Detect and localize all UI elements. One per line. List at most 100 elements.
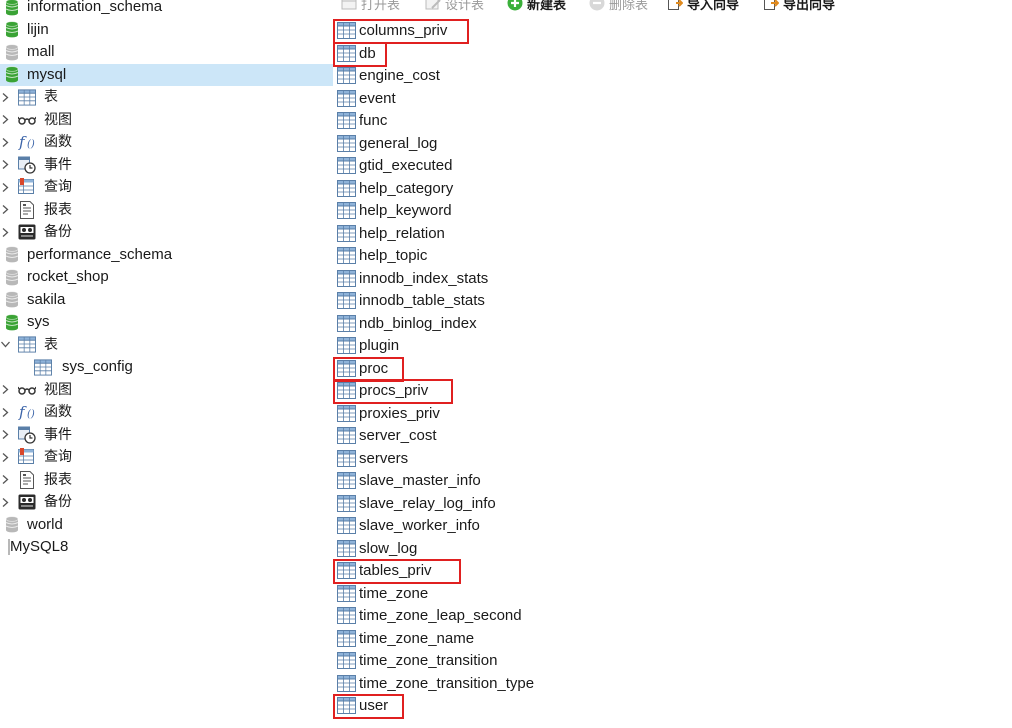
chevron-right-icon[interactable]: [0, 491, 10, 513]
view-icon: [18, 111, 36, 129]
table-row[interactable]: proxies_priv: [335, 403, 835, 425]
table-row[interactable]: time_zone_name: [335, 628, 835, 650]
chevron-right-icon[interactable]: [0, 401, 10, 423]
table-row[interactable]: slave_master_info: [335, 470, 835, 492]
tree-group-10[interactable]: 备份: [0, 221, 333, 243]
tree-group-17[interactable]: 视图: [0, 379, 333, 401]
table-name: help_keyword: [359, 202, 452, 219]
table-icon: [337, 427, 357, 445]
table-row[interactable]: slow_log: [335, 538, 835, 560]
toolbar-button-0[interactable]: 打开表: [341, 0, 400, 13]
tree-item-label: information_schema: [27, 0, 163, 15]
table-icon: [337, 404, 357, 423]
table-row[interactable]: help_category: [335, 178, 835, 200]
table-row[interactable]: event: [335, 88, 835, 110]
toolbar-button-label: 新建表: [527, 0, 567, 13]
tree-database-1[interactable]: lijin: [0, 19, 333, 41]
chevron-right-icon[interactable]: [0, 221, 10, 243]
tree-group-5[interactable]: 视图: [0, 109, 333, 131]
tree-group-7[interactable]: 事件: [0, 154, 333, 176]
toolbar-button-2[interactable]: 新建表: [507, 0, 566, 13]
toolbar-button-1[interactable]: 设计表: [425, 0, 484, 13]
tree-group-20[interactable]: 查询: [0, 446, 333, 468]
table-row[interactable]: ndb_binlog_index: [335, 313, 835, 335]
tree-database-0[interactable]: information_schema: [0, 0, 333, 18]
chevron-right-icon[interactable]: [0, 199, 10, 221]
tree-group-4[interactable]: 表: [0, 86, 333, 108]
tree-database-11[interactable]: performance_schema: [0, 244, 333, 266]
table-row[interactable]: proc: [335, 358, 835, 380]
table-row[interactable]: innodb_index_stats: [335, 268, 835, 290]
table-icon: [337, 89, 357, 108]
table-row[interactable]: servers: [335, 448, 835, 470]
toolbar-button-5[interactable]: 导出向导: [763, 0, 835, 13]
table-row[interactable]: general_log: [335, 133, 835, 155]
chevron-right-icon[interactable]: [0, 469, 10, 491]
toolbar-button-3[interactable]: 删除表: [589, 0, 648, 13]
tree-item-label: rocket_shop: [27, 268, 109, 285]
table-icon: [337, 629, 357, 648]
tree-item-label: 报表: [44, 471, 72, 488]
event-icon: [18, 426, 36, 444]
tree-connection-24[interactable]: MySQL8: [0, 536, 333, 558]
tree-database-3[interactable]: mysql: [0, 63, 333, 86]
tree-database-12[interactable]: rocket_shop: [0, 266, 333, 288]
table-row[interactable]: time_zone_transition_type: [335, 673, 835, 695]
chevron-right-icon[interactable]: [0, 446, 10, 468]
chevron-right-icon[interactable]: [0, 86, 10, 108]
tree-item-label: mall: [27, 43, 55, 60]
table-icon: [337, 337, 357, 355]
chevron-right-icon[interactable]: [0, 109, 10, 131]
tree-group-19[interactable]: 事件: [0, 424, 333, 446]
table-name: gtid_executed: [359, 157, 453, 174]
table-row[interactable]: gtid_executed: [335, 155, 835, 177]
table-name: innodb_table_stats: [359, 292, 485, 309]
tree-group-22[interactable]: 备份: [0, 491, 333, 513]
tree-database-23[interactable]: world: [0, 514, 333, 536]
tree-database-13[interactable]: sakila: [0, 289, 333, 311]
tree-group-15[interactable]: 表: [0, 334, 333, 356]
tree-group-18[interactable]: f () 函数: [0, 401, 333, 423]
table-row[interactable]: help_topic: [335, 245, 835, 267]
chevron-right-icon[interactable]: [0, 424, 10, 446]
table-name: time_zone_name: [359, 629, 475, 647]
table-name: proxies_priv: [359, 404, 440, 422]
svg-text:f: f: [18, 403, 27, 421]
toolbar-button-label: 设计表: [445, 0, 485, 13]
toolbar-button-4[interactable]: 导入向导: [667, 0, 739, 13]
chevron-right-icon[interactable]: [0, 379, 10, 401]
table-row[interactable]: time_zone: [335, 583, 835, 605]
table-row[interactable]: innodb_table_stats: [335, 290, 835, 312]
chevron-down-icon[interactable]: [0, 334, 10, 356]
table-row[interactable]: func: [335, 110, 835, 132]
table-row[interactable]: db: [335, 43, 835, 65]
tree-item-label: lijin: [27, 20, 49, 38]
tree-item-label: sys: [27, 313, 50, 330]
table-row[interactable]: time_zone_leap_second: [335, 605, 835, 627]
tree-group-6[interactable]: f () 函数: [0, 131, 333, 153]
tree-database-14[interactable]: sys: [0, 311, 333, 333]
view-icon: [18, 381, 36, 399]
chevron-right-icon[interactable]: [0, 176, 10, 198]
chevron-right-icon[interactable]: [0, 154, 10, 176]
tree-database-2[interactable]: mall: [0, 41, 333, 63]
table-icon: [337, 494, 357, 513]
table-icon: [337, 584, 357, 603]
chevron-right-icon[interactable]: [0, 131, 10, 153]
svg-text:(): (): [27, 409, 35, 420]
table-row[interactable]: time_zone_transition: [335, 650, 835, 672]
table-row[interactable]: slave_relay_log_info: [335, 493, 835, 515]
table-row[interactable]: help_keyword: [335, 200, 835, 222]
tree-table-16[interactable]: sys_config: [0, 356, 333, 378]
tree-group-8[interactable]: 查询: [0, 176, 333, 198]
table-row[interactable]: user: [335, 695, 835, 717]
table-row[interactable]: server_cost: [335, 425, 835, 447]
tree-group-21[interactable]: 报表: [0, 469, 333, 491]
table-row[interactable]: slave_worker_info: [335, 515, 835, 537]
tree-item-label: 函数: [44, 134, 72, 150]
table-icon: [337, 202, 357, 220]
table-row[interactable]: engine_cost: [335, 65, 835, 87]
table-row[interactable]: plugin: [335, 335, 835, 357]
tree-group-9[interactable]: 报表: [0, 199, 333, 221]
table-row[interactable]: help_relation: [335, 223, 835, 245]
